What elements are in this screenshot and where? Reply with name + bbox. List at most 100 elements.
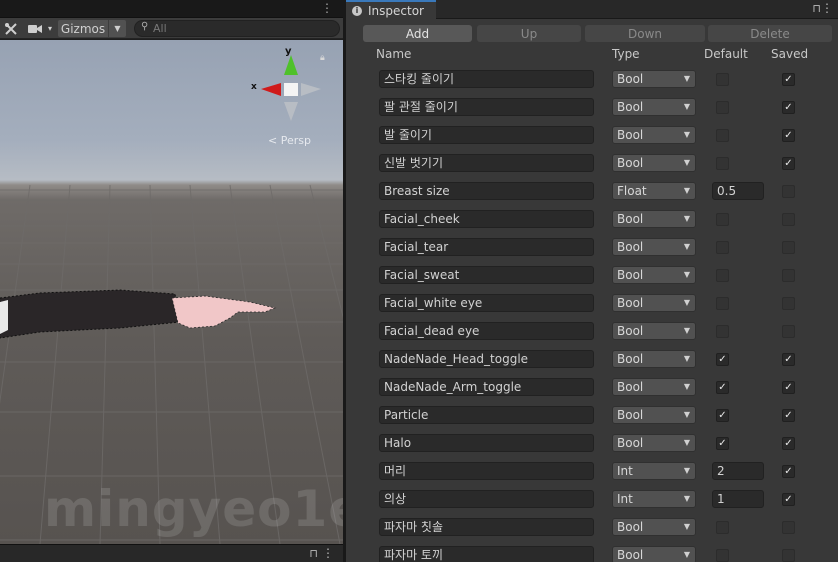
parameter-type-dropdown[interactable]: Float ▼ [612,182,696,200]
saved-checkbox[interactable]: ✓ [782,73,795,86]
persp-label[interactable]: < Persp [268,134,311,147]
parameter-row: 신발 벗기기 Bool ▼ ✓ [346,153,838,173]
camera-icon[interactable] [26,20,44,37]
parameter-name-field[interactable]: Breast size [379,182,594,200]
tools-icon[interactable] [3,20,19,37]
parameter-name-field[interactable]: 파자마 칫솔 [379,518,594,536]
saved-checkbox[interactable] [782,185,795,198]
parameter-name-field[interactable]: Halo [379,434,594,452]
saved-checkbox[interactable]: ✓ [782,157,795,170]
parameter-name-field[interactable]: Facial_dead eye [379,322,594,340]
camera-dropdown-icon[interactable]: ▾ [45,20,55,37]
default-checkbox[interactable]: ✓ [716,353,729,366]
default-checkbox[interactable] [716,521,729,534]
parameter-type-dropdown[interactable]: Bool ▼ [612,126,696,144]
default-checkbox[interactable] [716,269,729,282]
default-checkbox[interactable] [716,325,729,338]
saved-checkbox[interactable] [782,213,795,226]
parameter-type-dropdown[interactable]: Bool ▼ [612,518,696,536]
parameter-name-field[interactable]: 파자마 토끼 [379,546,594,562]
saved-checkbox[interactable]: ✓ [782,409,795,422]
parameter-type-dropdown[interactable]: Bool ▼ [612,546,696,562]
default-checkbox[interactable]: ✓ [716,381,729,394]
parameter-name-field[interactable]: Facial_sweat [379,266,594,284]
parameter-type-dropdown[interactable]: Int ▼ [612,490,696,508]
saved-checkbox[interactable]: ✓ [782,437,795,450]
default-checkbox[interactable]: ✓ [716,437,729,450]
parameter-name-field[interactable]: Facial_white eye [379,294,594,312]
saved-checkbox[interactable] [782,269,795,282]
default-checkbox[interactable] [716,241,729,254]
parameter-name-field[interactable]: 신발 벗기기 [379,154,594,172]
parameter-type-label: Bool [617,296,644,310]
default-checkbox[interactable] [716,213,729,226]
dropdown-arrow-icon: ▼ [683,522,690,531]
default-value-field[interactable]: 1 [712,490,764,508]
saved-checkbox[interactable] [782,297,795,310]
parameter-type-dropdown[interactable]: Bool ▼ [612,434,696,452]
default-checkbox[interactable] [716,129,729,142]
scene-view[interactable]: ⋮ ▾ Gizmos ▼ ⚲ All y x 🔒︎ < Persp mingye… [0,0,343,562]
down-button[interactable]: Down [585,25,705,42]
default-value-field[interactable]: 0.5 [712,182,764,200]
parameter-name-field[interactable]: NadeNade_Head_toggle [379,350,594,368]
default-checkbox[interactable]: ✓ [716,409,729,422]
parameter-type-dropdown[interactable]: Bool ▼ [612,238,696,256]
more-options-icon[interactable]: ⋮ [821,1,833,15]
parameter-type-dropdown[interactable]: Bool ▼ [612,70,696,88]
more-options-icon[interactable]: ⋮ [322,546,334,560]
lock-icon[interactable]: ⊓ [309,547,318,560]
parameter-type-dropdown[interactable]: Bool ▼ [612,378,696,396]
parameter-name-field[interactable]: Facial_tear [379,238,594,256]
parameter-type-dropdown[interactable]: Bool ▼ [612,322,696,340]
saved-checkbox[interactable] [782,549,795,562]
parameter-name-field[interactable]: 머리 [379,462,594,480]
parameter-type-label: Bool [617,380,644,394]
saved-checkbox[interactable] [782,325,795,338]
saved-checkbox[interactable]: ✓ [782,465,795,478]
default-checkbox[interactable] [716,101,729,114]
delete-button[interactable]: Delete [708,25,832,42]
dropdown-arrow-icon: ▼ [683,298,690,307]
parameter-name-field[interactable]: 의상 [379,490,594,508]
default-checkbox[interactable] [716,73,729,86]
gizmos-button[interactable]: Gizmos [58,20,108,37]
parameter-name-field[interactable]: Facial_cheek [379,210,594,228]
parameter-type-dropdown[interactable]: Bool ▼ [612,266,696,284]
saved-checkbox[interactable]: ✓ [782,129,795,142]
saved-checkbox[interactable] [782,241,795,254]
lock-icon[interactable]: 🔒︎ [320,53,325,63]
add-button[interactable]: Add [363,25,472,42]
scene-search-input[interactable]: ⚲ All [134,20,340,37]
parameter-type-dropdown[interactable]: Bool ▼ [612,98,696,116]
more-options-icon[interactable]: ⋮ [321,1,333,15]
parameter-type-dropdown[interactable]: Bool ▼ [612,210,696,228]
parameter-name-field[interactable]: 스타킹 줄이기 [379,70,594,88]
parameter-name-field[interactable]: Particle [379,406,594,424]
parameter-type-dropdown[interactable]: Bool ▼ [612,154,696,172]
parameter-row: Facial_dead eye Bool ▼ [346,321,838,341]
scene-viewport[interactable]: y x 🔒︎ < Persp mingyeo1ec.tistory.com [0,40,343,544]
up-button[interactable]: Up [477,25,581,42]
tab-inspector[interactable]: i Inspector [346,0,436,19]
saved-checkbox[interactable] [782,521,795,534]
parameter-type-dropdown[interactable]: Bool ▼ [612,406,696,424]
default-checkbox[interactable] [716,297,729,310]
tab-inspector-label: Inspector [368,3,424,18]
default-value-field[interactable]: 2 [712,462,764,480]
parameter-name-field[interactable]: 팔 관절 줄이기 [379,98,594,116]
parameter-type-dropdown[interactable]: Bool ▼ [612,294,696,312]
parameter-row: 머리 Int ▼ 2 ✓ [346,461,838,481]
saved-checkbox[interactable]: ✓ [782,101,795,114]
parameter-name-field[interactable]: NadeNade_Arm_toggle [379,378,594,396]
lock-icon[interactable]: ⊓ [812,2,821,15]
parameter-name-field[interactable]: 발 줄이기 [379,126,594,144]
default-checkbox[interactable] [716,157,729,170]
parameter-type-dropdown[interactable]: Int ▼ [612,462,696,480]
saved-checkbox[interactable]: ✓ [782,493,795,506]
saved-checkbox[interactable]: ✓ [782,353,795,366]
gizmos-dropdown-icon[interactable]: ▼ [109,20,126,37]
default-checkbox[interactable] [716,549,729,562]
parameter-type-dropdown[interactable]: Bool ▼ [612,350,696,368]
saved-checkbox[interactable]: ✓ [782,381,795,394]
